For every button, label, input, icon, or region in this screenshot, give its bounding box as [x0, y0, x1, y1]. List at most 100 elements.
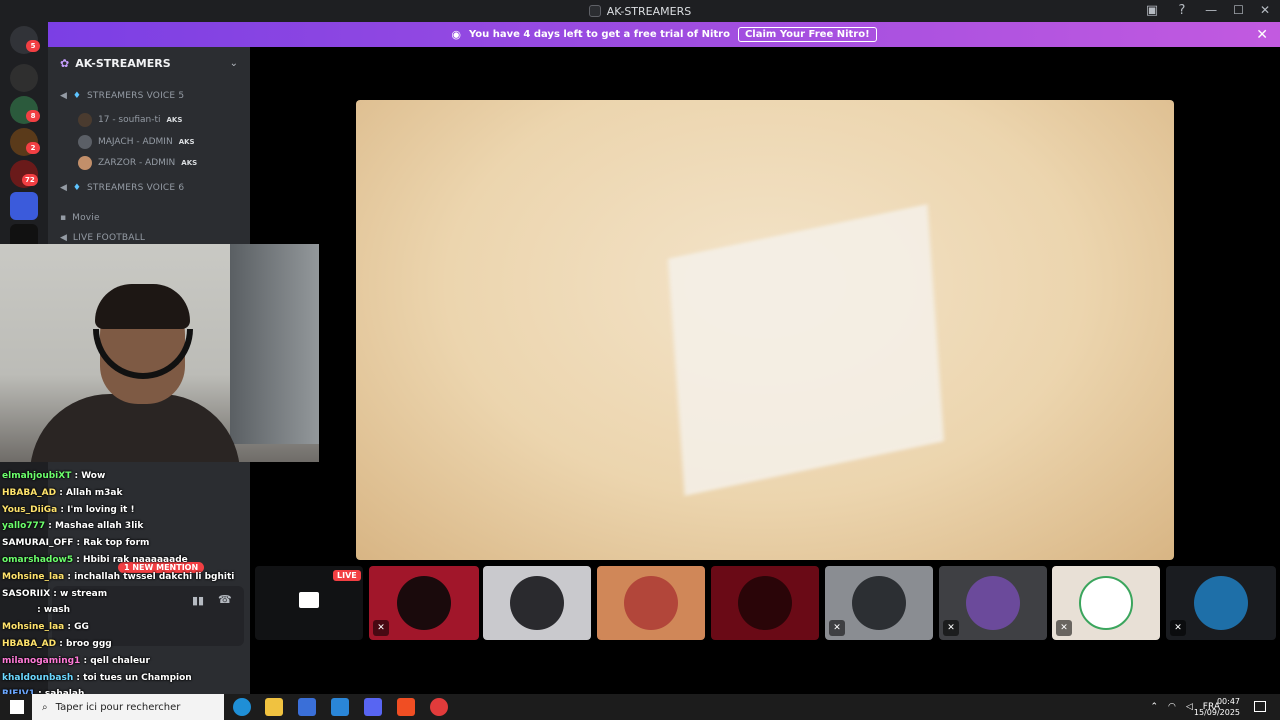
voice-channel-live-football[interactable]: ◀ LIVE FOOTBALL [48, 233, 250, 243]
chat-text: wash [43, 605, 71, 616]
screen-share-tile[interactable]: LIVE [255, 566, 363, 640]
nitro-message: You have 4 days left to get a free trial… [468, 29, 730, 40]
monitor-icon [299, 592, 319, 608]
server-a51-icon[interactable] [10, 64, 38, 92]
chat-user: HBABA_AD [2, 487, 57, 498]
webcam-hair [95, 284, 190, 329]
claim-nitro-button[interactable]: Claim Your Free Nitro! [737, 27, 877, 42]
chat-line: HBABA_AD : broo ggg [2, 638, 112, 649]
deafened-icon: ✕ [1170, 620, 1186, 636]
help-icon[interactable]: ? [1174, 3, 1190, 19]
clock[interactable]: 00:47 15/09/2025 [1194, 696, 1240, 718]
category-icon: ▪ [60, 213, 67, 223]
chat-user: SASORIIX [2, 588, 51, 599]
webcam-window-bg [230, 244, 319, 444]
chat-user: Mohsine_laa [2, 622, 65, 633]
screen-share-stage[interactable] [356, 100, 1174, 560]
voice-member[interactable]: 17 - soufian-ti AKS [78, 113, 182, 127]
edge-icon[interactable] [233, 698, 251, 716]
speaker-icon: ◀ [60, 183, 67, 193]
brave-icon[interactable] [397, 698, 415, 716]
chat-line: yallo777 : Mashae allah 3lik [2, 521, 144, 532]
chat-line: omarshadow5 : Hbibi rak naaaaaade [2, 554, 188, 565]
chat-user: omarshadow5 [2, 554, 74, 565]
avatar [738, 576, 792, 630]
nitro-banner: ◉ You have 4 days left to get a free tri… [48, 22, 1280, 47]
chevron-up-icon[interactable]: ⌃ [1150, 702, 1158, 712]
chat-text: broo ggg [66, 638, 112, 649]
participant-tile[interactable] [711, 566, 819, 640]
speaker-icon: ◀ [60, 233, 67, 243]
avatar [78, 113, 92, 127]
chat-text: qell chaleur [90, 655, 150, 666]
participant-tile[interactable]: ✕ [1166, 566, 1276, 640]
participant-tile[interactable]: ✕ [369, 566, 479, 640]
participant-tile[interactable] [597, 566, 705, 640]
participant-tile[interactable] [483, 566, 591, 640]
avatar [966, 576, 1020, 630]
store-icon[interactable] [298, 698, 316, 716]
server-badge-2: 2 [26, 142, 40, 154]
voice-channel-5[interactable]: ◀ ♦ STREAMERS VOICE 5 [48, 91, 250, 101]
live-badge: LIVE [333, 570, 361, 581]
chat-user: elmahjoubiXT [2, 471, 72, 481]
wifi-icon[interactable]: ◠ [1168, 702, 1176, 712]
obs-icon[interactable] [430, 698, 448, 716]
participant-tile[interactable]: ✕ [1052, 566, 1160, 640]
chat-line: Yous_DiiGa : I'm loving it ! [2, 504, 135, 515]
chat-line: SASORIIX : w stream [2, 588, 108, 599]
window-controls: — ☐ ✕ [1205, 3, 1270, 17]
participant-strip: LIVE ✕ ✕ ✕ ✕ ✕ [255, 566, 1280, 640]
taskbar-search[interactable]: ⌕ Taper ici pour rechercher [32, 694, 224, 720]
stream-chat-overlay: elmahjoubiXT : Wow HBABA_AD : Allah m3ak… [2, 468, 235, 720]
deafened-icon: ✕ [1056, 620, 1072, 636]
inbox-icon[interactable]: ▣ [1144, 3, 1160, 19]
avatar [78, 135, 92, 149]
server-icon [588, 5, 601, 17]
discord-taskbar-icon[interactable] [364, 698, 382, 716]
category-movie[interactable]: ▪ Movie [48, 213, 250, 223]
chat-user: khaldounbash [2, 672, 74, 683]
server-f-icon[interactable] [10, 192, 38, 220]
nitro-icon: ◉ [451, 28, 461, 41]
avatar [510, 576, 564, 630]
voice-channel-6[interactable]: ◀ ♦ STREAMERS VOICE 6 [48, 183, 250, 193]
participant-tile[interactable]: ✕ [825, 566, 933, 640]
avatar [1194, 576, 1248, 630]
avatar [1079, 576, 1133, 630]
maximize-icon[interactable]: ☐ [1233, 3, 1244, 17]
chat-text: GG [74, 622, 89, 633]
mail-icon[interactable] [331, 698, 349, 716]
clock-date: 15/09/2025 [1193, 708, 1240, 717]
server-badge-3: 72 [22, 174, 38, 186]
participant-tile[interactable]: ✕ [939, 566, 1047, 640]
chat-text: inchallah twssel dakchi li bghiti [74, 571, 235, 582]
avatar [78, 156, 92, 170]
server-header[interactable]: ✿ AK-STREAMERS ⌄ [48, 47, 250, 79]
volume-icon[interactable]: ◁ [1186, 702, 1193, 712]
voice-member[interactable]: ZARZOR - ADMIN AKS [78, 156, 197, 170]
chat-user: Mohsine_laa [2, 571, 65, 582]
notification-icon[interactable] [1254, 701, 1266, 712]
close-banner-icon[interactable]: ✕ [1256, 27, 1268, 43]
chat-user: SAMURAI_OFF [2, 538, 74, 549]
windows-start-icon[interactable] [10, 700, 24, 714]
chat-user: Yous_DiiGa [2, 504, 58, 515]
chat-text: w stream [60, 588, 108, 599]
chat-user: milanogaming1 [2, 655, 81, 666]
avatar [852, 576, 906, 630]
chat-line: HBABA_AD : Allah m3ak [2, 487, 123, 498]
chat-text: toi tues un Champion [83, 672, 192, 683]
server-boost-icon: ✿ [60, 56, 70, 70]
chat-text: Rak top form [83, 538, 150, 549]
voice-member[interactable]: MAJACH - ADMIN AKS [78, 135, 195, 149]
webcam-overlay [0, 244, 319, 462]
close-window-icon[interactable]: ✕ [1260, 3, 1270, 17]
chat-line: elmahjoubiXT : Wow [2, 471, 106, 481]
chat-line: khaldounbash : toi tues un Champion [2, 672, 192, 683]
avatar [397, 576, 451, 630]
file-explorer-icon[interactable] [265, 698, 283, 716]
window-title: AK-STREAMERS [588, 5, 691, 18]
mic-muted-icon: ✕ [373, 620, 389, 636]
minimize-icon[interactable]: — [1205, 3, 1217, 17]
